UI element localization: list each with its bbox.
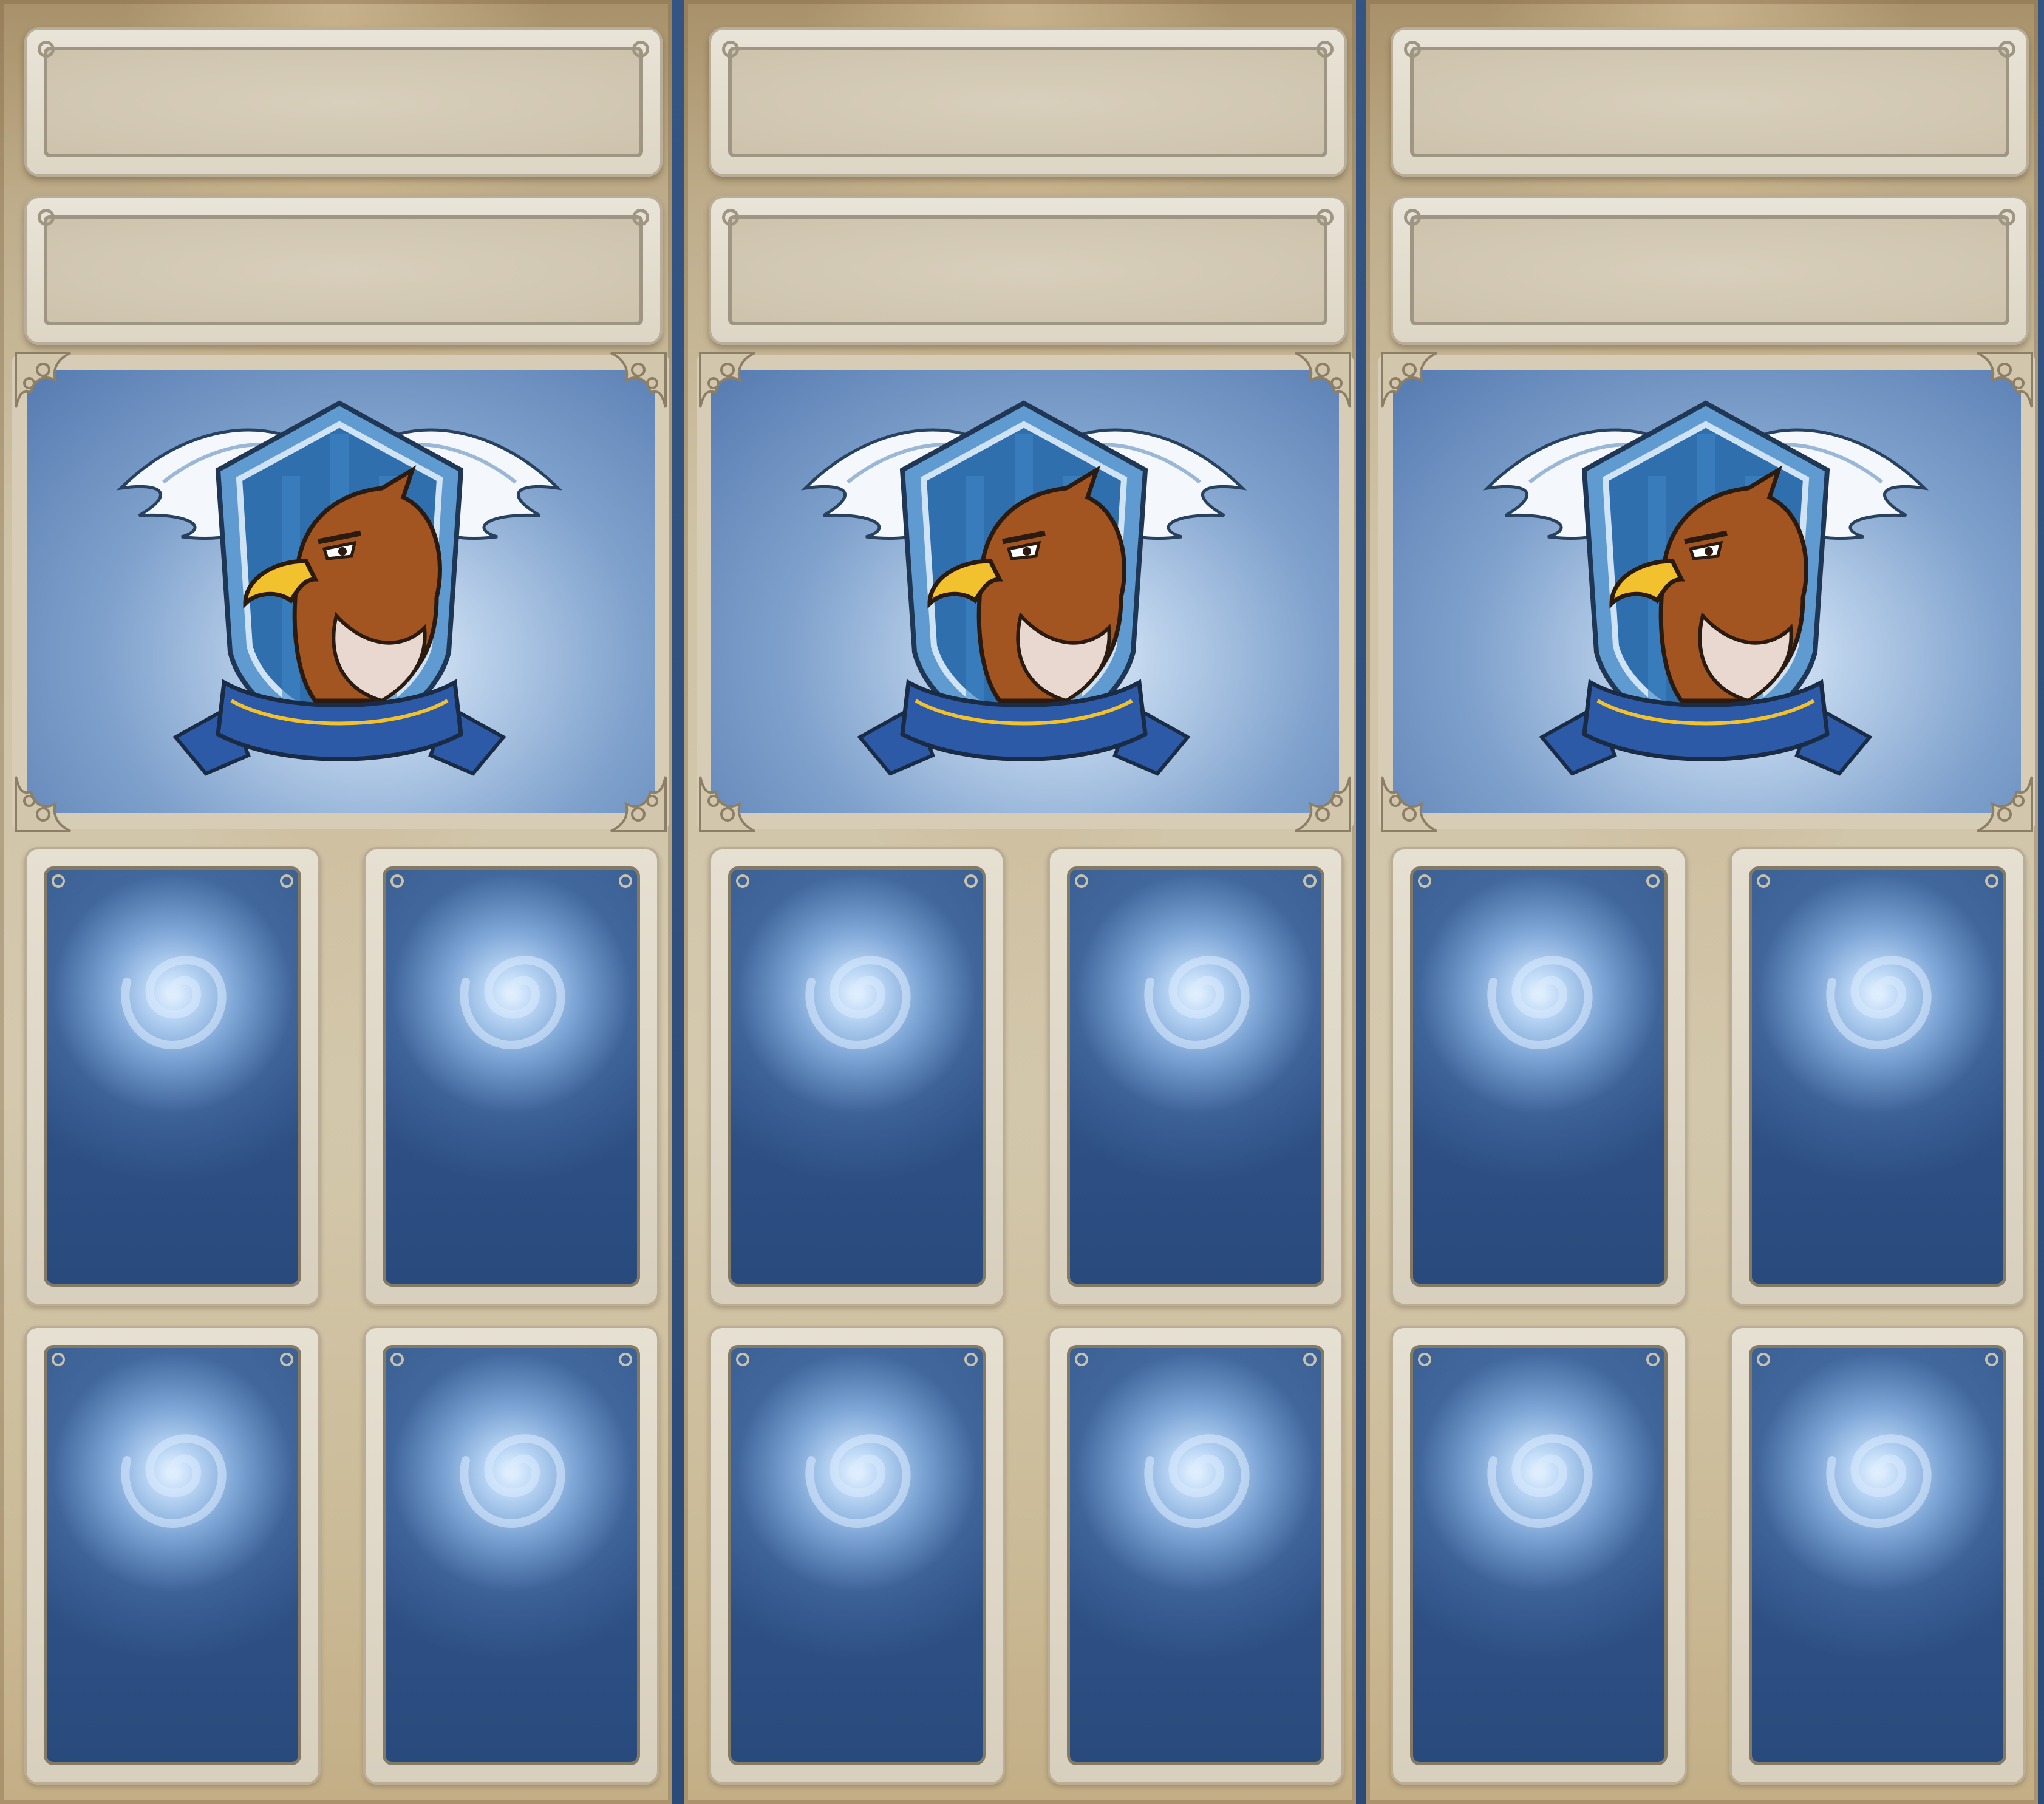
ornament-corner-icon: [1381, 352, 1437, 408]
card-back[interactable]: [383, 866, 640, 1287]
subtitle-plate-text: [732, 219, 1324, 322]
eagle-crest-icon: [1482, 400, 1929, 776]
swirl-card-back-icon: [460, 1434, 565, 1528]
swirl-card-back-icon: [1487, 1434, 1593, 1528]
card-back[interactable]: [728, 1345, 986, 1765]
card-slot[interactable]: [1048, 1326, 1344, 1785]
card-back[interactable]: [1410, 1345, 1668, 1765]
ornament-corner-icon: [610, 352, 667, 408]
name-plate-text: [732, 50, 1324, 154]
subtitle-plate-text: [1414, 219, 2006, 322]
player-panel-1: [0, 0, 672, 1804]
card-slot[interactable]: [1391, 847, 1687, 1306]
card-back[interactable]: [1749, 1345, 2006, 1765]
swirl-card-back-icon: [805, 1434, 911, 1528]
card-back[interactable]: [44, 866, 301, 1287]
subtitle-plate[interactable]: [1391, 196, 2029, 345]
card-slot[interactable]: [1391, 1326, 1687, 1785]
swirl-card-back-icon: [1144, 1434, 1250, 1528]
eagle-crest-icon: [800, 400, 1247, 776]
card-slot[interactable]: [1729, 1326, 2026, 1785]
player-panel-2: [684, 0, 1356, 1804]
card-back[interactable]: [1067, 1345, 1324, 1765]
subtitle-plate-text: [47, 219, 639, 322]
name-plate[interactable]: [24, 27, 663, 177]
name-plate-text: [47, 50, 639, 154]
swirl-card-back-icon: [121, 1434, 227, 1528]
card-back[interactable]: [1749, 866, 2006, 1287]
game-board: [0, 0, 2044, 1804]
name-plate[interactable]: [709, 27, 1347, 177]
subtitle-plate-frame: [38, 209, 649, 325]
card-back[interactable]: [44, 1345, 301, 1765]
swirl-card-back-icon: [121, 955, 227, 1049]
ornament-corner-icon: [1381, 776, 1437, 832]
card-slot[interactable]: [24, 847, 321, 1306]
card-back[interactable]: [728, 866, 986, 1287]
subtitle-plate-frame: [1404, 209, 2015, 325]
crest-frame: [12, 352, 669, 832]
ornament-corner-icon: [1295, 776, 1351, 832]
eagle-crest-icon: [116, 400, 563, 776]
crest-area: [711, 370, 1339, 813]
ornament-corner-icon: [1295, 352, 1351, 408]
ornament-corner-icon: [610, 776, 667, 832]
card-slot[interactable]: [24, 1326, 321, 1785]
swirl-card-back-icon: [1826, 1434, 1932, 1528]
crest-area: [1393, 370, 2021, 813]
card-slot[interactable]: [1729, 847, 2026, 1306]
card-slot[interactable]: [709, 847, 1005, 1306]
card-slot[interactable]: [363, 847, 659, 1306]
crest-area: [27, 370, 655, 813]
subtitle-plate[interactable]: [709, 196, 1347, 345]
name-plate[interactable]: [1391, 27, 2029, 177]
player-panel-3: [1366, 0, 2038, 1804]
card-slot[interactable]: [363, 1326, 659, 1785]
subtitle-plate-frame: [722, 209, 1334, 325]
subtitle-plate[interactable]: [24, 196, 663, 345]
card-slot[interactable]: [1048, 847, 1344, 1306]
card-back[interactable]: [1067, 866, 1324, 1287]
swirl-card-back-icon: [1487, 955, 1593, 1049]
ornament-corner-icon: [1977, 776, 2033, 832]
name-plate-frame: [1404, 41, 2015, 157]
ornament-corner-icon: [1977, 352, 2033, 408]
swirl-card-back-icon: [460, 955, 565, 1049]
name-plate-frame: [38, 41, 649, 157]
crest-frame: [1378, 352, 2035, 832]
card-back[interactable]: [1410, 866, 1668, 1287]
ornament-corner-icon: [15, 776, 71, 832]
ornament-corner-icon: [15, 352, 71, 408]
card-back[interactable]: [383, 1345, 640, 1765]
swirl-card-back-icon: [1826, 955, 1932, 1049]
card-slot[interactable]: [709, 1326, 1005, 1785]
name-plate-text: [1414, 50, 2006, 154]
ornament-corner-icon: [699, 776, 755, 832]
swirl-card-back-icon: [805, 955, 911, 1049]
ornament-corner-icon: [699, 352, 755, 408]
swirl-card-back-icon: [1144, 955, 1250, 1049]
name-plate-frame: [722, 41, 1334, 157]
crest-frame: [697, 352, 1354, 832]
